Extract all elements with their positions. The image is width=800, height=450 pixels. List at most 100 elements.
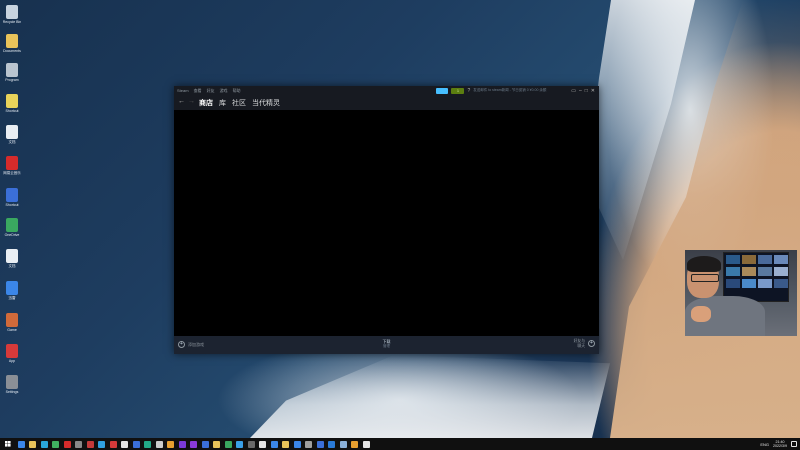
taskbar-app-icon[interactable] xyxy=(213,440,220,448)
desktop-icon-image xyxy=(6,218,18,232)
store-content-area[interactable] xyxy=(174,110,599,336)
taskbar-app-icon[interactable] xyxy=(351,440,358,448)
big-picture-icon[interactable]: ▭ xyxy=(571,88,576,94)
notification-button[interactable]: 1 xyxy=(451,87,465,94)
taskbar-app-icon[interactable] xyxy=(293,440,301,448)
taskbar-app-icon[interactable] xyxy=(63,440,71,448)
downloads-button[interactable]: 下载 管理 xyxy=(174,339,599,348)
titlebar-right: 1 ? 发送邮件 to steam新闻 - 节日促销 0 ¥0.00 余额 ▭ … xyxy=(436,87,595,94)
taskbar-app-icon[interactable] xyxy=(316,440,324,448)
taskbar-app-icon[interactable] xyxy=(86,440,94,448)
steam-window[interactable]: Steam 查看 好友 游戏 帮助 1 ? 发送邮件 to steam新闻 - 节日促销… xyxy=(174,86,599,354)
taskbar-app-icon[interactable] xyxy=(236,440,243,448)
input-method-indicator[interactable]: ENG xyxy=(760,442,769,447)
desktop-icon-label: OneDrive xyxy=(4,233,20,237)
desktop-icon[interactable]: App xyxy=(1,344,23,363)
webcam-overlay xyxy=(685,250,797,336)
notification-center-icon[interactable] xyxy=(791,441,797,447)
taskbar-app-icon[interactable] xyxy=(144,440,151,448)
desktop-icon-image xyxy=(6,281,18,295)
desktop-icon[interactable]: Documents xyxy=(1,34,23,53)
clock[interactable]: 21:40 2022/3/9 xyxy=(773,440,787,449)
clock-date: 2022/3/9 xyxy=(773,444,787,448)
system-tray: ENG 21:40 2022/3/9 xyxy=(760,438,797,450)
desktop-icon-image xyxy=(6,5,18,19)
taskbar-app-icon[interactable] xyxy=(52,440,59,448)
taskbar-app-icon[interactable] xyxy=(190,440,197,448)
webcam-background-tv xyxy=(723,252,789,302)
steam-menu-item[interactable]: 好友 xyxy=(207,88,215,93)
desktop-icon-image xyxy=(6,344,18,358)
webcam-person-hands xyxy=(691,306,711,322)
taskbar-app-icon[interactable] xyxy=(305,440,312,448)
desktop-icon[interactable]: Program xyxy=(1,63,23,82)
steam-titlebar[interactable]: Steam 查看 好友 游戏 帮助 1 ? 发送邮件 to steam新闻 - 节日促销… xyxy=(174,86,599,95)
desktop-icon-label: App xyxy=(8,359,16,363)
desktop-icon[interactable]: Recycle Bin xyxy=(1,5,23,24)
start-button[interactable] xyxy=(3,439,13,449)
taskbar-app-icon[interactable] xyxy=(40,440,48,448)
store-broadcast-button[interactable] xyxy=(436,87,449,94)
taskbar-app-icon[interactable] xyxy=(339,440,347,448)
desktop-icon[interactable]: OneDrive xyxy=(1,218,23,237)
desktop-icon-label: Settings xyxy=(5,390,19,394)
steam-menu-item[interactable]: 帮助 xyxy=(233,88,241,93)
taskbar-app-icon[interactable] xyxy=(247,440,255,448)
taskbar-app-icon[interactable] xyxy=(121,440,128,448)
forward-arrow-icon[interactable]: → xyxy=(188,98,195,105)
nav-tab[interactable]: 社区 xyxy=(232,98,246,108)
account-info[interactable]: 发送邮件 to steam新闻 - 节日促销 0 ¥0.00 余额 xyxy=(473,88,568,93)
desktop-icon[interactable]: 迅雷 xyxy=(1,281,23,300)
taskbar-app-icon[interactable] xyxy=(155,440,163,448)
desktop-icon-image xyxy=(6,94,18,108)
webcam-person-hair xyxy=(687,256,721,272)
desktop-icon[interactable]: Shortcut xyxy=(1,188,23,207)
steam-navbar: ← → 商店库社区 当代精灵 xyxy=(174,95,599,110)
minimize-button[interactable]: – xyxy=(579,88,582,94)
steam-menu-item[interactable]: 游戏 xyxy=(220,88,228,93)
taskbar-app-icon[interactable] xyxy=(328,440,335,448)
taskbar-app-icon[interactable] xyxy=(224,440,232,448)
taskbar-app-icon[interactable] xyxy=(270,440,278,448)
taskbar-app-icon[interactable] xyxy=(259,440,266,448)
desktop-icon[interactable]: Shortcut xyxy=(1,94,23,113)
desktop-icon-label: 文档 xyxy=(8,140,16,144)
desktop-icon-image xyxy=(6,249,18,263)
taskbar-app-icon[interactable] xyxy=(132,440,140,448)
desktop-icon[interactable]: 文档 xyxy=(1,249,23,268)
friends-chat-label: 好友与 聊天 xyxy=(573,339,585,348)
taskbar-app-icon[interactable] xyxy=(178,440,186,448)
desktop-icon-image xyxy=(6,34,18,48)
friends-chat-button[interactable]: 好友与 聊天 + xyxy=(574,339,595,348)
desktop-icon-label: Recycle Bin xyxy=(2,20,22,24)
desktop-icon-image xyxy=(6,63,18,77)
help-icon[interactable]: ? xyxy=(467,88,470,94)
desktop-icon-image xyxy=(6,188,18,202)
taskbar-app-icon[interactable] xyxy=(75,440,82,448)
downloads-subtitle: 管理 xyxy=(383,344,390,348)
taskbar-app-icon[interactable] xyxy=(98,440,105,448)
back-arrow-icon[interactable]: ← xyxy=(178,98,185,105)
desktop-icon[interactable]: Settings xyxy=(1,375,23,394)
desktop-icon-label: Documents xyxy=(3,49,21,53)
desktop-icon-label: Shortcut xyxy=(5,109,19,113)
taskbar-app-icon[interactable] xyxy=(362,440,370,448)
nav-tab[interactable]: 库 xyxy=(219,98,226,108)
desktop-icon[interactable]: Game xyxy=(1,313,23,332)
maximize-button[interactable]: □ xyxy=(585,88,588,94)
taskbar-app-icon[interactable] xyxy=(29,440,36,448)
nav-tab[interactable]: 商店 xyxy=(199,98,213,108)
taskbar-app-icon[interactable] xyxy=(17,440,25,448)
nav-tab[interactable]: 当代精灵 xyxy=(252,98,280,108)
desktop-icon[interactable]: 文档 xyxy=(1,125,23,144)
desktop-icon-image xyxy=(6,125,18,139)
taskbar-app-icon[interactable] xyxy=(282,440,289,448)
close-button[interactable]: ✕ xyxy=(591,88,595,94)
desktop-icon[interactable]: 网易云音乐 xyxy=(1,156,23,175)
taskbar-app-icon[interactable] xyxy=(109,440,117,448)
taskbar-app-icon[interactable] xyxy=(167,440,174,448)
steam-menu-item[interactable]: 查看 xyxy=(194,88,202,93)
steam-bottombar: + 添加游戏 下载 管理 好友与 聊天 + xyxy=(174,336,599,354)
taskbar-app-icon[interactable] xyxy=(201,440,209,448)
steam-menu-item[interactable]: Steam xyxy=(177,88,189,93)
